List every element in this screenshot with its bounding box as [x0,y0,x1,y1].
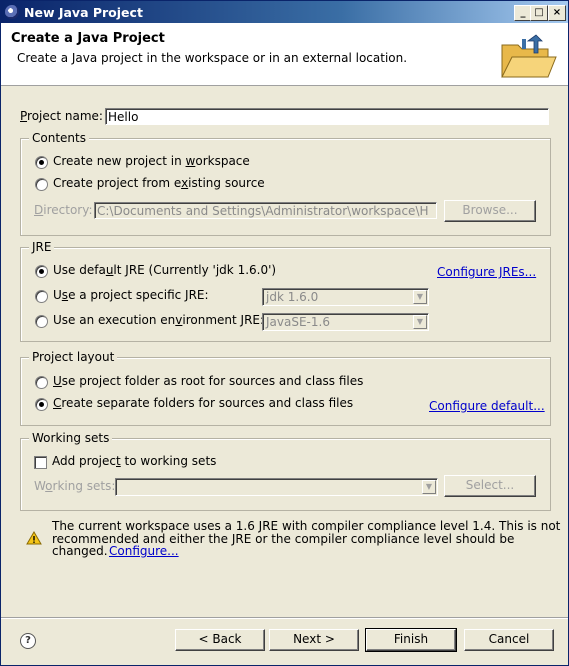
create-from-existing-label: Create project from existing source [53,176,265,190]
warning-icon [26,531,42,545]
contents-title: Contents [29,131,89,145]
finish-button[interactable]: Finish [365,628,457,652]
button-bar-separator [1,617,568,619]
window-title: New Java Project [24,5,143,20]
banner-title: Create a Java Project [11,31,165,46]
close-button[interactable]: × [548,5,566,21]
project-folder-root-radio[interactable] [35,376,48,389]
chevron-down-icon: ▼ [413,290,427,304]
execution-environment-radio[interactable] [35,315,48,328]
separate-folders-radio[interactable] [35,398,48,411]
project-specific-jre-combo[interactable]: jdk 1.6.0 ▼ [262,288,429,306]
jre-title: JRE [29,240,55,254]
working-sets-label: Working sets: [34,479,116,493]
next-button[interactable]: Next > [269,629,359,651]
add-to-working-sets-checkbox[interactable] [34,456,47,469]
java-folder-icon [501,34,557,78]
banner-description: Create a Java project in the workspace o… [17,51,408,65]
select-working-sets-button[interactable]: Select... [444,475,536,497]
execution-environment-label: Use an execution environment JRE: [53,313,265,327]
default-jre-radio[interactable] [35,265,48,278]
chevron-down-icon: ▼ [422,480,436,494]
default-jre-label: Use default JRE (Currently 'jdk 1.6.0') [53,263,277,277]
eclipse-icon [5,5,19,19]
project-specific-jre-label: Use a project specific JRE: [53,288,209,302]
wizard-banner: Create a Java Project Create a Java proj… [1,23,568,86]
execution-environment-combo[interactable]: JavaSE-1.6 ▼ [262,313,429,331]
create-new-workspace-radio[interactable] [35,156,48,169]
working-sets-title: Working sets [29,431,113,445]
help-icon[interactable]: ? [20,633,36,649]
add-to-working-sets-label: Add project to working sets [52,454,217,468]
project-name-input[interactable]: Hello [105,108,549,125]
new-java-project-dialog: New Java Project _ □ × Create a Java Pro… [0,0,569,666]
warning-line-3: changed. [52,544,108,558]
separate-folders-label: Create separate folders for sources and … [53,396,354,410]
working-sets-combo[interactable]: ▼ [115,478,438,496]
configure-jres-link[interactable]: Configure JREs... [437,265,536,279]
directory-label: Directory: [34,203,93,217]
browse-button[interactable]: Browse... [444,200,536,222]
chevron-down-icon: ▼ [413,315,427,329]
title-bar: New Java Project _ □ × [1,1,568,23]
create-from-existing-radio[interactable] [35,178,48,191]
project-layout-title: Project layout [29,350,118,364]
warning-line-1: The current workspace uses a 1.6 JRE wit… [52,519,561,533]
project-specific-jre-radio[interactable] [35,290,48,303]
project-folder-root-label: Use project folder as root for sources a… [53,374,364,388]
configure-default-link[interactable]: Configure default... [429,399,545,413]
back-button[interactable]: < Back [175,629,265,651]
maximize-button[interactable]: □ [530,5,548,21]
project-layout-group: Project layout [20,350,551,426]
project-name-label: Project name: [20,109,103,123]
create-new-workspace-label: Create new project in workspace [53,154,250,168]
configure-compliance-link[interactable]: Configure... [109,544,179,558]
cancel-button[interactable]: Cancel [464,629,554,651]
directory-input[interactable]: C:\Documents and Settings\Administrator\… [94,202,437,219]
